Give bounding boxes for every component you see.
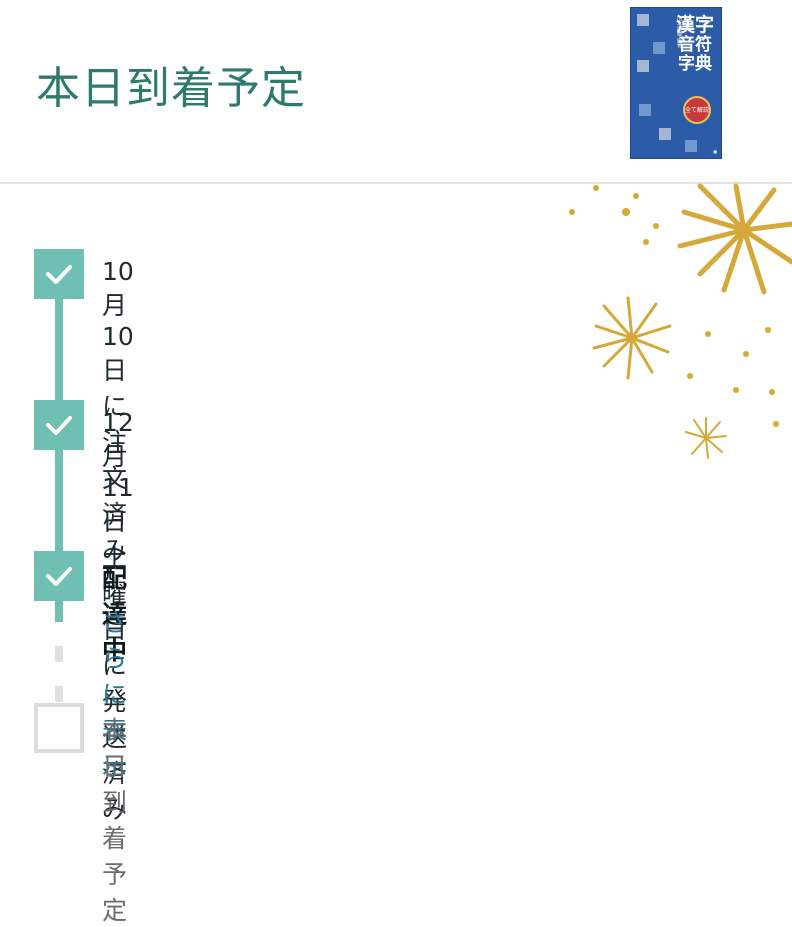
book-cover-seal: 全て解説 [683,96,711,124]
book-cover-tile [637,14,649,26]
book-cover-tile [637,60,649,72]
book-cover-tile [659,128,671,140]
check-icon [46,416,72,435]
book-cover-publisher: ■ [713,149,717,154]
check-icon [46,567,72,586]
timeline-pending-dash [55,646,63,662]
page-title: 本日到着予定 [36,63,306,114]
step-label-arriving-today: 本日到着予定 [102,716,128,925]
book-cover-tile [653,42,665,54]
header-divider [0,182,792,184]
check-icon [46,265,72,284]
book-cover-tile [639,104,651,116]
sparkle-burst-medium [592,296,672,380]
step-checkbox-arriving-today [34,703,84,753]
book-cover-author: 山本康雄 編著 [676,16,682,48]
confetti-dots [569,185,779,427]
sparkle-burst-small [685,417,727,459]
header: 本日到着予定 漢字 音符字典 山本康雄 編著 全て解説 ■ [0,0,792,183]
sparkle-burst-large [677,183,792,295]
timeline-pending-dash [55,686,63,702]
product-thumbnail[interactable]: 漢字 音符字典 山本康雄 編著 全て解説 ■ [630,7,722,159]
step-checkbox-shipped [34,400,84,450]
book-cover-tile [685,140,697,152]
step-checkbox-out-for-delivery [34,551,84,601]
step-checkbox-ordered [34,249,84,299]
